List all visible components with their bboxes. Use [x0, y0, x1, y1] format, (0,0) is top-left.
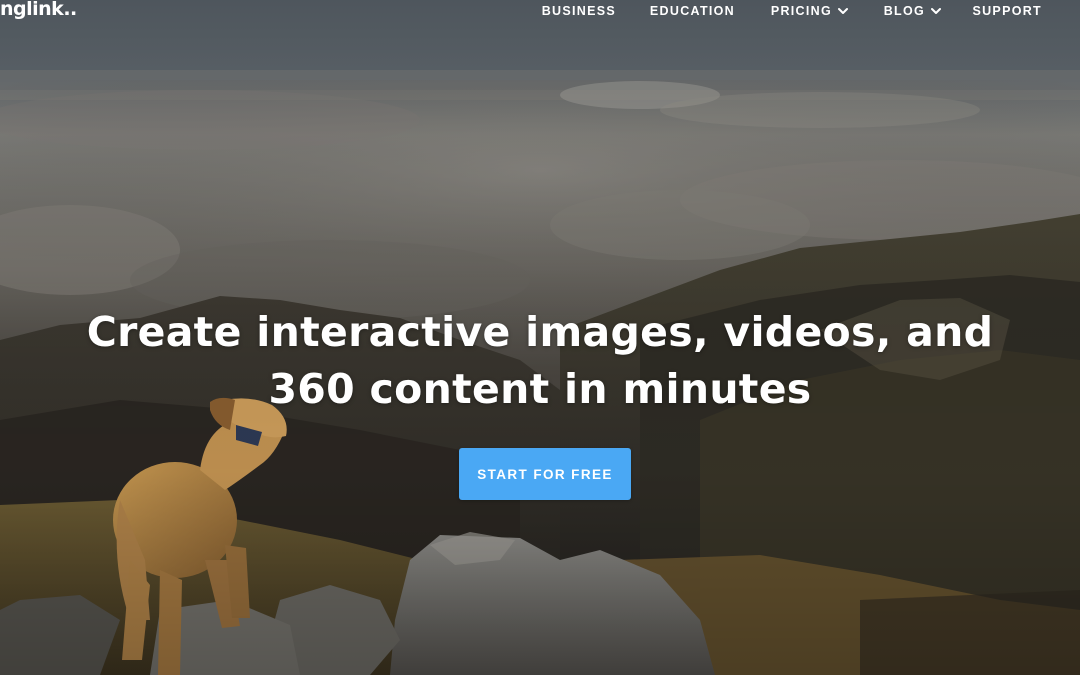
- hero-section: nglink.. BUSINESS EDUCATION PRICING BLOG: [0, 0, 1080, 675]
- nav-item-blog[interactable]: BLOG: [884, 4, 941, 18]
- hero-headline-line-1: Create interactive images, videos, and: [86, 308, 994, 356]
- top-navigation: nglink.. BUSINESS EDUCATION PRICING BLOG: [0, 0, 1080, 24]
- nav-item-education[interactable]: EDUCATION: [650, 4, 735, 18]
- hero-headline: Create interactive images, videos, and 3…: [0, 304, 1080, 418]
- nav-item-pricing[interactable]: PRICING: [771, 4, 848, 18]
- chevron-down-icon: [838, 8, 848, 14]
- chevron-down-icon: [931, 8, 941, 14]
- nav-item-business[interactable]: BUSINESS: [542, 4, 616, 18]
- hero-headline-line-2: 360 content in minutes: [268, 365, 812, 413]
- nav-item-label: EDUCATION: [649, 4, 735, 18]
- nav-item-label: BUSINESS: [541, 4, 616, 18]
- nav-item-label: SUPPORT: [972, 4, 1042, 18]
- brand-logo[interactable]: nglink..: [0, 0, 77, 20]
- nav-item-label: BLOG: [883, 4, 925, 18]
- nav-item-label: PRICING: [770, 4, 832, 18]
- nav-item-support[interactable]: SUPPORT: [972, 4, 1042, 18]
- start-for-free-button[interactable]: START FOR FREE: [459, 448, 631, 500]
